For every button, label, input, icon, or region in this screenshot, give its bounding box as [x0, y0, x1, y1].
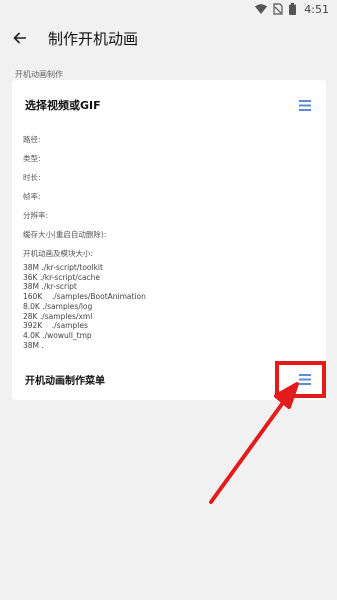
select-video-menu-button[interactable] — [295, 95, 315, 115]
disk-usage-row: 392K ./samples — [23, 321, 88, 331]
status-bar: 4:51 — [0, 0, 337, 18]
arrow-left-icon — [13, 32, 27, 44]
info-type: 类型: — [23, 154, 41, 163]
disk-usage-row: 28K ./samples/xml — [23, 311, 93, 321]
select-video-title: 选择视频或GIF — [25, 99, 101, 112]
disk-usage-row: 38M ./kr-script/toolkit — [23, 263, 103, 272]
battery-icon — [289, 3, 297, 15]
disk-usage-row: 8.0K ./samples/log — [23, 301, 93, 311]
app-bar: 制作开机动画 — [0, 18, 337, 58]
info-resolution: 分辨率: — [23, 211, 49, 220]
menu-lines-icon — [299, 99, 311, 111]
disk-usage-list: 38M ./kr-script/toolkit 36K ./kr-script/… — [23, 263, 146, 350]
info-cache-size: 缓存大小(重启自动删除): — [23, 230, 107, 239]
back-button[interactable] — [0, 18, 40, 58]
video-info-list: 路径: 类型: 时长: 帧率: 分辨率: 缓存大小(重启自动删除): 开机动画及… — [23, 130, 106, 263]
disk-usage-row: 36K ./kr-script/cache — [23, 272, 101, 282]
disk-usage-row: 38M . — [23, 340, 44, 350]
section-label: 开机动画制作 — [15, 70, 63, 79]
info-path: 路径: — [23, 135, 41, 144]
status-time: 4:51 — [304, 2, 329, 16]
highlight-box — [275, 361, 326, 398]
card-footer[interactable]: 开机动画制作菜单 — [25, 369, 315, 389]
info-module-size: 开机动画及模块大小: — [23, 249, 94, 258]
disk-usage-row: 38M ./kr-script — [23, 282, 77, 292]
no-sim-icon — [273, 3, 283, 15]
info-duration: 时长: — [23, 173, 41, 182]
page-title: 制作开机动画 — [48, 29, 139, 48]
boot-animation-menu-title: 开机动画制作菜单 — [25, 375, 105, 387]
info-framerate: 帧率: — [23, 192, 41, 201]
card-header[interactable]: 选择视频或GIF — [25, 95, 315, 115]
disk-usage-row: 160K ./samples/BootAnimation — [23, 292, 146, 302]
wifi-icon — [255, 4, 268, 14]
boot-animation-card: 选择视频或GIF 路径: 类型: 时长: 帧率: 分辨率: 缓存大小(重启自动删… — [12, 80, 326, 400]
disk-usage-row: 4.0K ./wowull_tmp — [23, 330, 92, 340]
